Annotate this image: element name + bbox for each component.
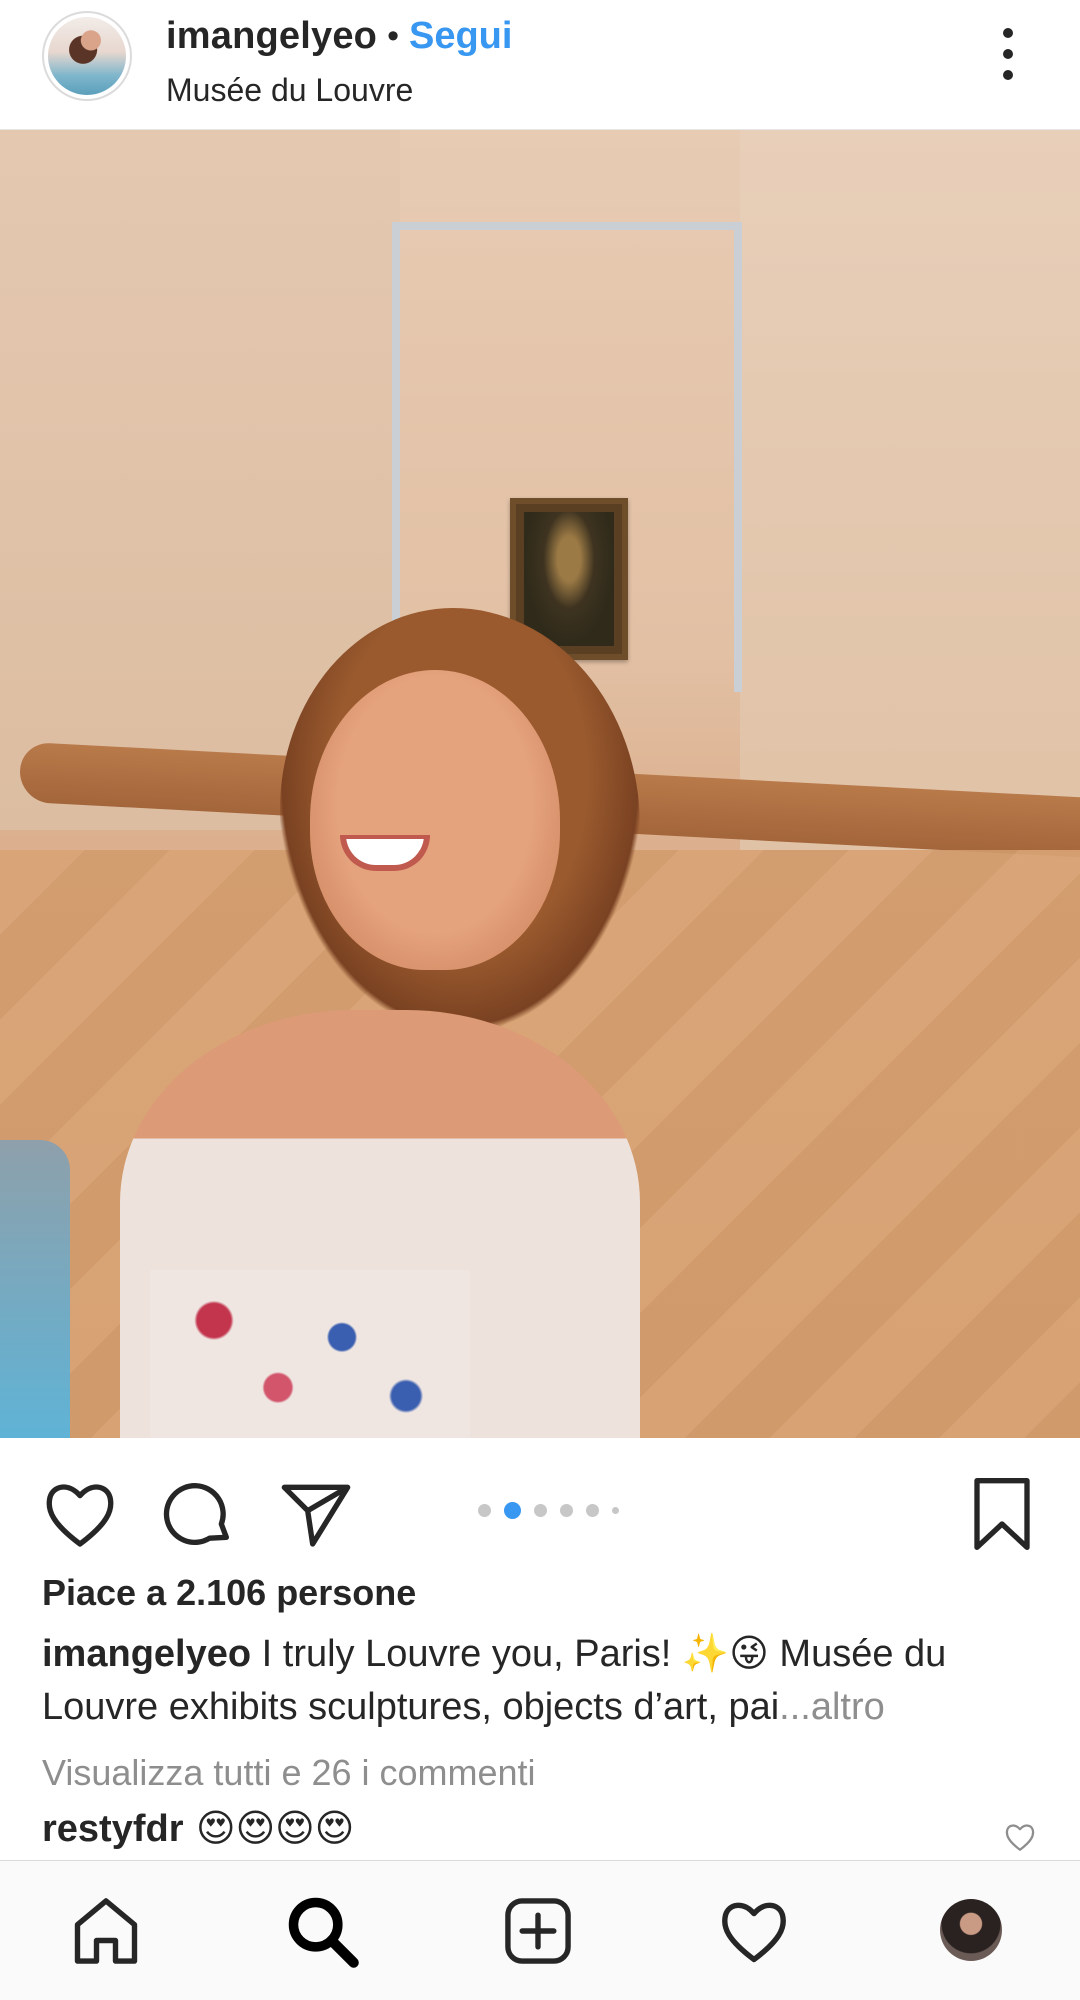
share-icon[interactable] <box>276 1474 356 1554</box>
carousel-dot-active <box>504 1502 521 1519</box>
carousel-indicator <box>478 1502 619 1519</box>
add-post-icon[interactable] <box>500 1893 576 1969</box>
carousel-dot <box>478 1504 491 1517</box>
post-caption: imangelyeo I truly Louvre you, Paris! ✨😜… <box>42 1628 1042 1734</box>
home-icon[interactable] <box>68 1893 144 1969</box>
photo-person-face <box>310 670 560 970</box>
bottom-navigation <box>0 1860 1080 2000</box>
carousel-dot <box>612 1507 619 1514</box>
comment-heart-icon[interactable] <box>1002 1820 1038 1854</box>
caption-username[interactable]: imangelyeo <box>42 1633 251 1675</box>
header-separator: • <box>387 16 399 55</box>
post-header: imangelyeo • Segui Musée du Louvre <box>0 0 1080 130</box>
photo-floral-dress <box>150 1270 470 1438</box>
comment-username[interactable]: restyfdr <box>42 1808 184 1850</box>
photo-painting-canvas <box>524 512 614 646</box>
author-avatar[interactable] <box>42 11 132 101</box>
header-name-row: imangelyeo • Segui <box>166 10 512 62</box>
carousel-dot <box>534 1504 547 1517</box>
heart-icon[interactable] <box>40 1474 120 1554</box>
caption-more-link[interactable]: ...altro <box>779 1686 885 1728</box>
author-username[interactable]: imangelyeo <box>166 15 377 58</box>
follow-button[interactable]: Segui <box>409 15 512 58</box>
comment-icon[interactable] <box>158 1474 238 1554</box>
search-icon[interactable] <box>284 1893 360 1969</box>
view-all-comments-link[interactable]: Visualizza tutti e 26 i commenti <box>42 1752 536 1794</box>
carousel-dot <box>586 1504 599 1517</box>
post-actions-bar <box>0 1438 1080 1568</box>
post-location[interactable]: Musée du Louvre <box>166 72 413 109</box>
photo-wall-right <box>740 130 1080 850</box>
carousel-dot <box>560 1504 573 1517</box>
post-photo[interactable] <box>0 130 1080 1438</box>
bookmark-icon[interactable] <box>962 1474 1042 1554</box>
photo-chair <box>0 1140 70 1438</box>
comment-row: restyfdr 😍😍😍😍 <box>42 1806 1038 1860</box>
likes-count[interactable]: Piace a 2.106 persone <box>42 1572 416 1614</box>
comment-text: 😍😍😍😍 <box>195 1808 355 1850</box>
author-avatar-image <box>48 17 126 95</box>
activity-heart-icon[interactable] <box>716 1893 792 1969</box>
more-vertical-icon[interactable] <box>990 28 1026 80</box>
profile-avatar[interactable] <box>940 1899 1002 1961</box>
